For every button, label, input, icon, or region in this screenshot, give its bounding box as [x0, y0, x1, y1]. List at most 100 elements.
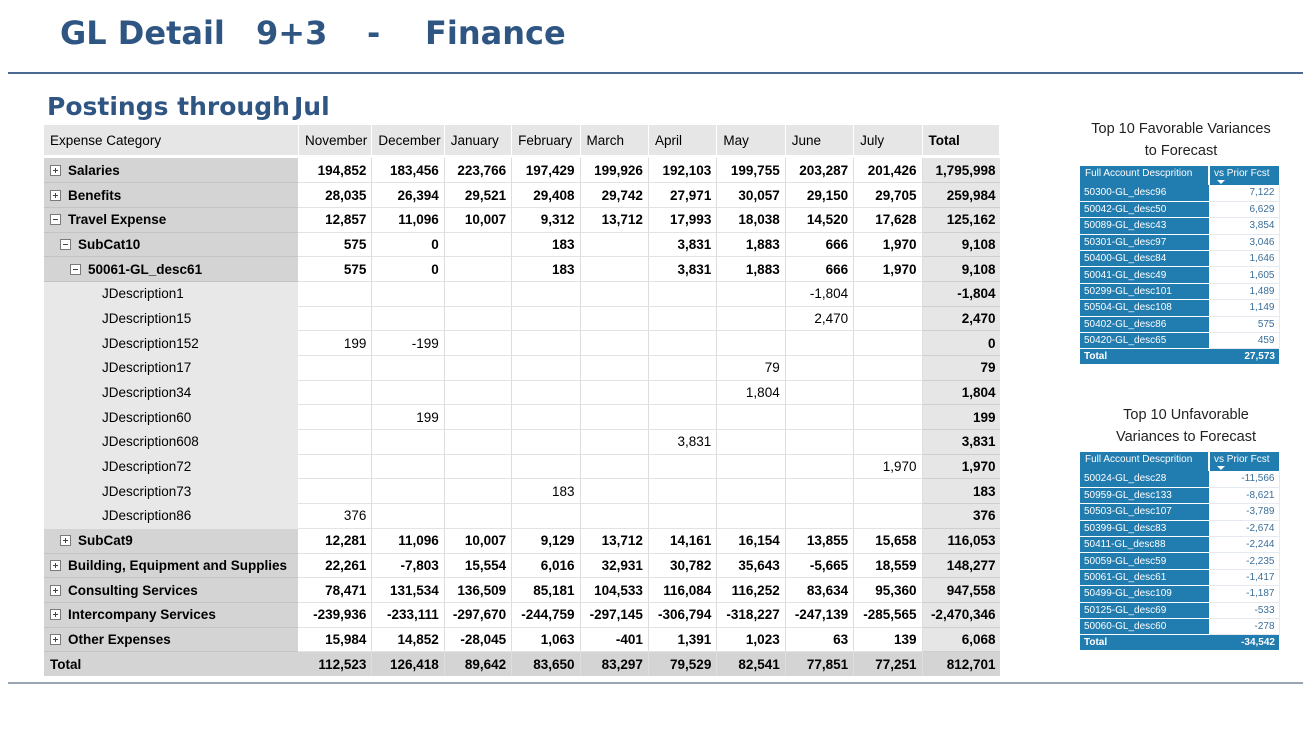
unfavorable-value-header[interactable]: vs Prior Fcst — [1209, 452, 1279, 471]
variance-total-label: Total — [1080, 348, 1209, 364]
header-month[interactable]: April — [648, 125, 718, 155]
variance-row: 50411-GL_desc88 -2,244 — [1080, 536, 1280, 554]
value-cell — [580, 454, 649, 480]
variance-row: 50959-GL_desc133 -8,621 — [1080, 487, 1280, 505]
header-month[interactable]: May — [716, 125, 786, 155]
row-label-text: 50061-GL_desc61 — [88, 261, 203, 277]
header-month[interactable]: July — [853, 125, 923, 155]
matrix-row: JDescription15 2,470 2,470 — [44, 306, 1000, 332]
account-cell: 50503-GL_desc107 — [1080, 503, 1209, 521]
row-label-text: JDescription15 — [102, 310, 192, 326]
unfavorable-title: Top 10 Unfavorable Variances to Forecast — [1116, 407, 1256, 445]
grand-total-row: Total 112,523 126,418 89,642 83,650 83,297 79,… — [44, 651, 1000, 677]
sort-desc-icon — [1217, 466, 1225, 470]
value-cell: 1,391 — [648, 627, 718, 653]
row-label-text: JDescription152 — [102, 335, 199, 351]
footer-divider — [8, 682, 1303, 684]
expand-icon[interactable] — [50, 584, 61, 596]
variance-value-cell: 3,046 — [1209, 234, 1280, 252]
variance-value-cell: -8,621 — [1209, 487, 1280, 505]
header-month[interactable]: March — [580, 125, 649, 155]
row-label: JDescription72 — [44, 454, 299, 480]
value-cell — [580, 256, 649, 282]
expand-icon[interactable] — [50, 189, 61, 201]
department-label: Finance — [425, 14, 566, 52]
account-cell: 50059-GL_desc59 — [1080, 552, 1209, 570]
header-month[interactable]: January — [444, 125, 513, 155]
value-cell: 63 — [785, 627, 855, 653]
favorable-account-header[interactable]: Full Account Descprition — [1080, 166, 1210, 185]
value-cell: 3,831 — [648, 232, 718, 258]
variance-row: 50420-GL_desc65 459 — [1080, 332, 1280, 350]
value-cell — [853, 503, 923, 529]
value-cell: 183 — [511, 232, 581, 258]
value-cell: -28,045 — [444, 627, 513, 653]
value-cell: 1,883 — [716, 232, 786, 258]
row-label-text: JDescription17 — [102, 360, 192, 376]
collapse-icon[interactable] — [70, 263, 81, 275]
value-cell — [580, 478, 649, 505]
value-cell: 3,831 — [648, 256, 718, 282]
value-cell — [444, 232, 513, 258]
unfavorable-account-header[interactable]: Full Account Descprition — [1080, 452, 1210, 471]
value-cell: 85,181 — [511, 577, 581, 603]
matrix-row: JDescription152 199 -199 0 — [44, 330, 1000, 356]
expand-icon[interactable] — [50, 633, 61, 645]
variance-value-cell: 575 — [1209, 316, 1280, 334]
value-cell — [853, 380, 923, 406]
value-cell — [511, 503, 581, 529]
header-month[interactable]: June — [785, 125, 855, 155]
value-cell: 1,804 — [716, 380, 786, 406]
matrix-row: Building, Equipment and Supplies 22,261 -7… — [44, 553, 1000, 579]
value-cell — [716, 404, 786, 431]
unfavorable-variance-table: Full Account Descprition vs Prior Fcst 5… — [1080, 452, 1280, 650]
row-label: Other Expenses — [44, 627, 299, 653]
row-total-cell: 259,984 — [922, 182, 1000, 208]
value-cell: 79 — [716, 355, 786, 381]
value-cell: -233,111 — [371, 602, 445, 628]
header-month[interactable]: November — [298, 125, 373, 155]
variance-total-value: 27,573 — [1209, 348, 1279, 364]
collapse-icon[interactable] — [60, 238, 71, 250]
variance-row: 50503-GL_desc107 -3,789 — [1080, 503, 1280, 521]
value-cell: -199 — [371, 330, 445, 356]
variance-row: 50024-GL_desc28 -11,566 — [1080, 471, 1280, 488]
row-total-cell: 6,068 — [922, 627, 1000, 653]
value-cell: -306,794 — [648, 602, 718, 628]
value-cell: 29,742 — [580, 182, 649, 208]
header-expense-category[interactable]: Expense Category — [44, 125, 299, 155]
value-cell — [648, 330, 718, 356]
expand-icon[interactable] — [50, 559, 61, 571]
value-cell: 197,429 — [511, 158, 581, 184]
row-total-cell: 183 — [922, 478, 1000, 505]
value-cell: 30,782 — [648, 553, 718, 579]
header-month[interactable]: December — [371, 125, 445, 155]
row-label-text: Intercompany Services — [68, 607, 216, 623]
header-total[interactable]: Total — [922, 125, 1000, 155]
expand-icon[interactable] — [50, 609, 61, 621]
value-cell — [511, 404, 581, 431]
expand-icon[interactable] — [50, 164, 61, 176]
value-cell — [648, 380, 718, 406]
favorable-value-header[interactable]: vs Prior Fcst — [1209, 166, 1279, 185]
expand-icon[interactable] — [60, 535, 71, 547]
value-cell: 13,855 — [785, 528, 855, 554]
row-total-cell: 0 — [922, 330, 1000, 356]
value-cell — [785, 330, 855, 356]
value-cell: 0 — [371, 256, 445, 282]
variance-row: 50399-GL_desc83 -2,674 — [1080, 520, 1280, 538]
collapse-icon[interactable] — [50, 214, 61, 226]
header-month[interactable]: February — [511, 125, 581, 155]
value-cell — [371, 478, 445, 505]
sort-desc-icon — [1217, 180, 1225, 184]
value-cell: 12,857 — [298, 207, 373, 233]
grand-total-cell: 83,297 — [580, 651, 649, 677]
value-cell: 139 — [853, 627, 923, 653]
account-cell: 50024-GL_desc28 — [1080, 471, 1209, 488]
value-cell — [444, 281, 513, 307]
value-cell — [785, 380, 855, 406]
value-cell: 376 — [298, 503, 373, 529]
value-cell — [371, 306, 445, 332]
value-cell — [716, 503, 786, 529]
value-cell: 666 — [785, 256, 855, 282]
